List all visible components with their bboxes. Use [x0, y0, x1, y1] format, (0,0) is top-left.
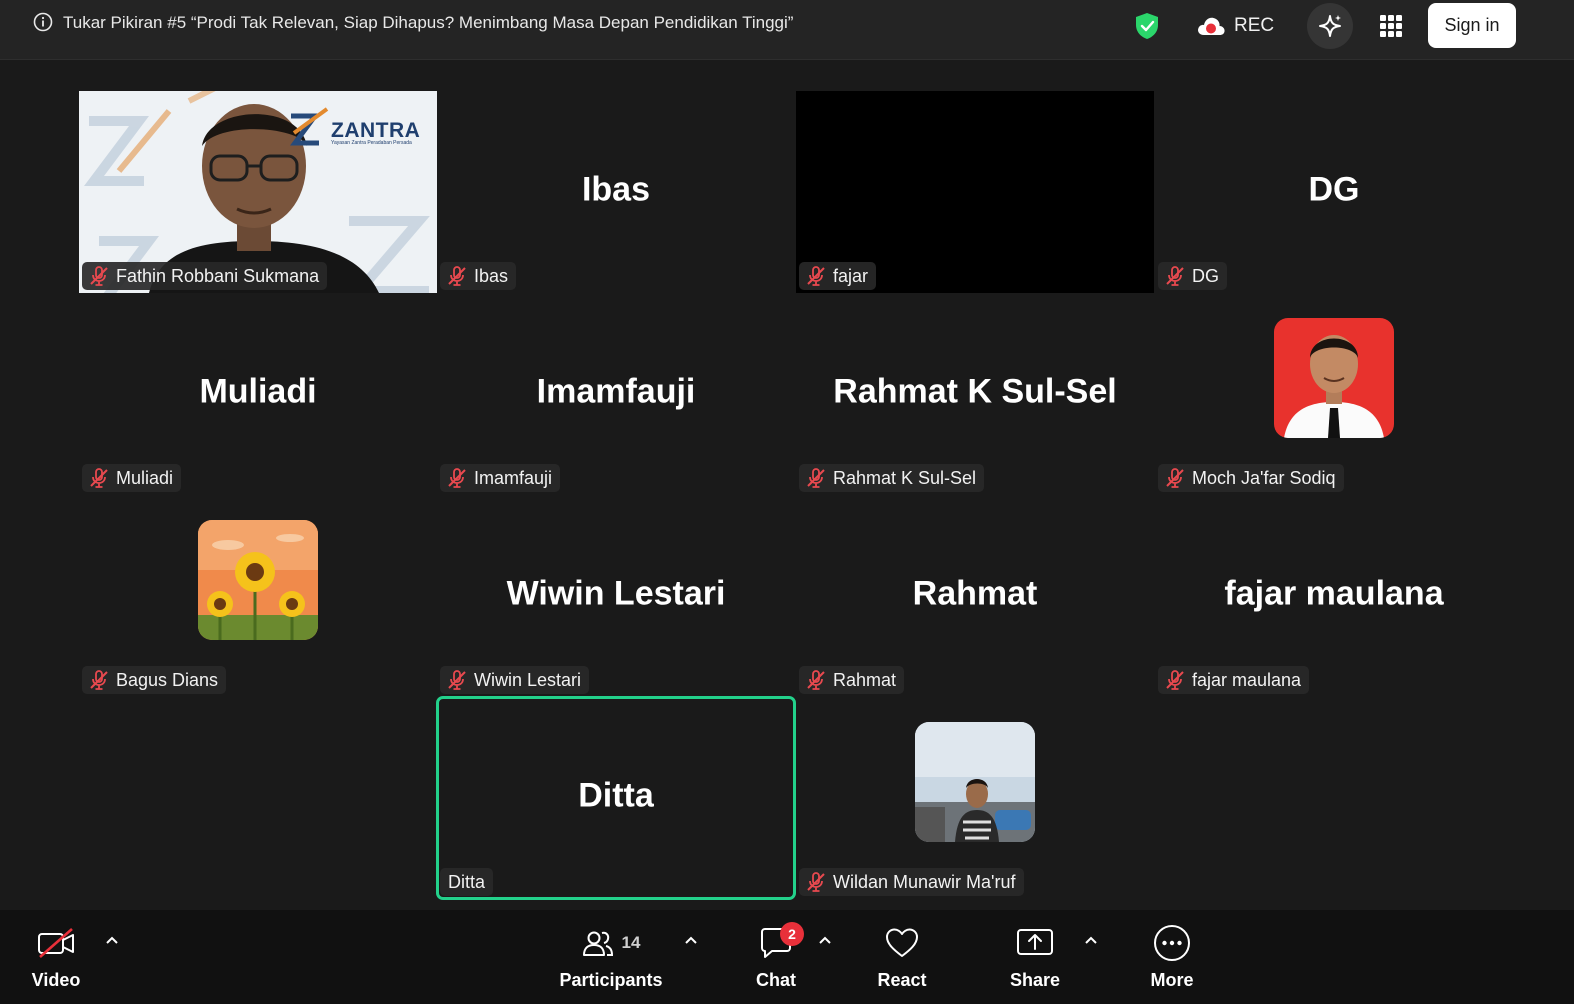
- participant-display-name: Wiwin Lestari: [506, 574, 726, 613]
- muted-mic-icon: [807, 670, 825, 690]
- participant-name: Rahmat K Sul-Sel: [833, 467, 977, 488]
- participants-options-chevron-icon[interactable]: [681, 930, 701, 950]
- participant-name: Moch Ja'far Sodiq: [1192, 467, 1336, 488]
- participant-name: Imamfauji: [474, 467, 553, 488]
- participants-count: 14: [621, 933, 641, 952]
- video-button[interactable]: Video: [22, 910, 90, 1004]
- recording-indicator[interactable]: REC: [1196, 12, 1274, 40]
- participant-tile-1[interactable]: Ibas Ibas: [437, 91, 795, 293]
- muted-mic-icon: [1166, 670, 1184, 690]
- participant-display-name: fajar maulana: [1224, 574, 1444, 613]
- muted-mic-icon: [90, 468, 108, 488]
- more-button[interactable]: More: [1144, 910, 1200, 1004]
- share-options-chevron-icon[interactable]: [1081, 930, 1101, 950]
- meeting-title: Tukar Pikiran #5 “Prodi Tak Relevan, Sia…: [63, 13, 794, 32]
- participant-name: Wiwin Lestari: [474, 669, 582, 690]
- sign-in-button[interactable]: Sign in: [1428, 3, 1516, 48]
- participant-display-name: Rahmat: [912, 574, 1038, 613]
- participant-name: DG: [1192, 265, 1219, 286]
- participant-nametag: Bagus Dians: [82, 666, 227, 694]
- participant-display-name: Ditta: [578, 776, 654, 815]
- participant-nametag: Rahmat K Sul-Sel: [799, 464, 985, 492]
- participant-name: fajar: [833, 265, 869, 286]
- apps-grid-icon: [1380, 15, 1402, 37]
- muted-mic-icon: [807, 266, 825, 286]
- avatar: [915, 721, 1035, 842]
- muted-mic-icon: [448, 468, 466, 488]
- video-options-chevron-icon[interactable]: [102, 930, 122, 950]
- participant-nametag: Wildan Munawir Ma'ruf: [799, 868, 1024, 896]
- participant-name: Ditta: [448, 871, 486, 892]
- muted-mic-icon: [90, 670, 108, 690]
- apps-button[interactable]: [1368, 3, 1414, 49]
- avatar: [198, 519, 318, 640]
- muted-mic-icon: [1166, 266, 1184, 286]
- participant-nametag: Imamfauji: [440, 464, 561, 492]
- participants-icon: [582, 931, 613, 956]
- avatar: [1274, 317, 1394, 438]
- heart-icon: [886, 928, 918, 957]
- participant-display-name: Ibas: [581, 170, 651, 209]
- participant-nametag: Ditta: [440, 868, 494, 896]
- participant-tile-13[interactable]: Wildan Munawir Ma'ruf: [796, 697, 1154, 899]
- participant-name: Fathin Robbani Sukmana: [116, 265, 320, 286]
- participant-name: Ibas: [474, 265, 509, 286]
- muted-mic-icon: [90, 266, 108, 286]
- participant-tile-5[interactable]: Imamfauji Imamfauji: [437, 293, 795, 495]
- participant-nametag: Fathin Robbani Sukmana: [82, 262, 328, 290]
- share-button[interactable]: Share: [1006, 910, 1064, 1004]
- video-off-icon: [38, 928, 74, 958]
- info-icon[interactable]: [33, 12, 53, 32]
- participant-name: Muliadi: [116, 467, 174, 488]
- muted-mic-icon: [448, 266, 466, 286]
- muted-mic-icon: [448, 670, 466, 690]
- participant-display-name: Imamfauji: [536, 372, 696, 411]
- participant-nametag: fajar maulana: [1158, 666, 1310, 694]
- participant-display-name: DG: [1308, 170, 1360, 209]
- share-screen-icon: [1017, 929, 1053, 955]
- ai-companion-button[interactable]: [1307, 3, 1353, 49]
- participant-name: Rahmat: [833, 669, 897, 690]
- zantra-logo-subtext: Yayasan Zantra Peradaban Persada: [331, 140, 412, 146]
- participant-tile-10[interactable]: Rahmat Rahmat: [796, 495, 1154, 697]
- security-shield-icon[interactable]: [1134, 12, 1160, 40]
- sparkle-icon: [1319, 15, 1341, 37]
- participant-tile-6[interactable]: Rahmat K Sul-Sel Rahmat K Sul-Sel: [796, 293, 1154, 495]
- participant-nametag: DG: [1158, 262, 1227, 290]
- chat-unread-badge: 2: [780, 922, 804, 946]
- participant-tile-7[interactable]: Moch Ja'far Sodiq: [1155, 293, 1513, 495]
- participant-nametag: Rahmat: [799, 666, 905, 694]
- participant-display-name: Rahmat K Sul-Sel: [833, 372, 1117, 411]
- participant-name: fajar maulana: [1192, 669, 1302, 690]
- participant-nametag: Moch Ja'far Sodiq: [1158, 464, 1344, 492]
- cloud-record-icon: [1198, 17, 1225, 35]
- participant-name: Bagus Dians: [116, 669, 219, 690]
- meeting-header: Tukar Pikiran #5 “Prodi Tak Relevan, Sia…: [0, 0, 1574, 60]
- participant-nametag: Ibas: [440, 262, 517, 290]
- muted-mic-icon: [1166, 468, 1184, 488]
- participant-tile-3[interactable]: DG DG: [1155, 91, 1513, 293]
- participants-button[interactable]: 14 Participants: [556, 910, 666, 1004]
- rec-label: REC: [1234, 15, 1275, 36]
- participant-tile-12[interactable]: Ditta Ditta: [436, 696, 796, 900]
- participant-tile-9[interactable]: Wiwin Lestari Wiwin Lestari: [437, 495, 795, 697]
- participant-tile-2[interactable]: fajar: [796, 91, 1154, 293]
- muted-mic-icon: [807, 468, 825, 488]
- participant-name: Wildan Munawir Ma'ruf: [833, 871, 1016, 892]
- chat-button[interactable]: 2 Chat: [748, 910, 804, 1004]
- participant-tile-8[interactable]: Bagus Dians: [79, 495, 437, 697]
- muted-mic-icon: [807, 872, 825, 892]
- react-button[interactable]: React: [872, 910, 932, 1004]
- participant-nametag: fajar: [799, 262, 877, 290]
- participant-tile-0[interactable]: ZANTRA Yayasan Zantra Peradaban Persada …: [79, 91, 437, 293]
- participant-display-name: Muliadi: [199, 372, 317, 411]
- participant-tile-4[interactable]: Muliadi Muliadi: [79, 293, 437, 495]
- participant-tile-11[interactable]: fajar maulana fajar maulana: [1155, 495, 1513, 697]
- participant-nametag: Muliadi: [82, 464, 182, 492]
- more-icon: [1154, 925, 1190, 961]
- chat-options-chevron-icon[interactable]: [815, 930, 835, 950]
- participant-nametag: Wiwin Lestari: [440, 666, 590, 694]
